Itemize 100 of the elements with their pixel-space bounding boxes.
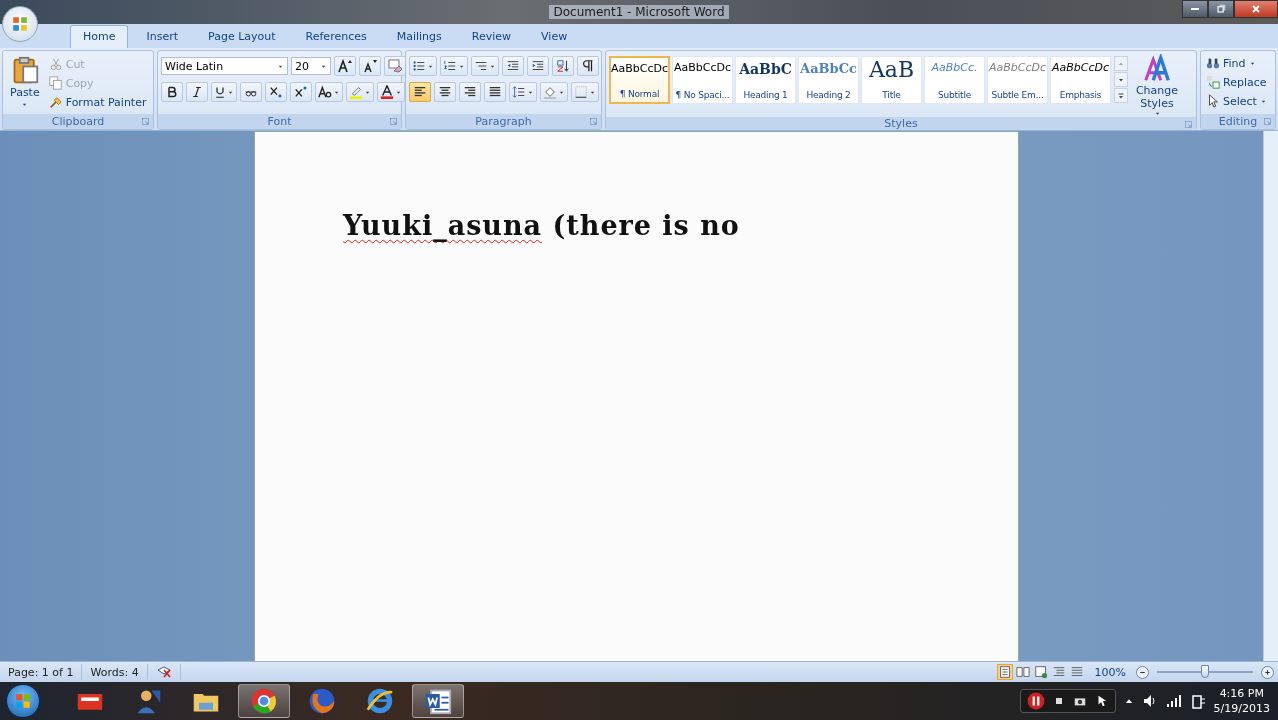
show-formatting-button[interactable]	[577, 56, 599, 76]
cursor-arrow-icon	[1206, 94, 1220, 108]
close-button[interactable]	[1234, 0, 1278, 18]
multilevel-list-button[interactable]	[471, 56, 499, 76]
line-spacing-button[interactable]	[509, 82, 537, 102]
borders-button[interactable]	[571, 82, 599, 102]
italic-icon	[191, 86, 203, 98]
pause-icon[interactable]	[1026, 692, 1045, 710]
start-button[interactable]	[6, 684, 40, 718]
shading-button[interactable]	[540, 82, 568, 102]
recorder-controls[interactable]	[1019, 689, 1116, 713]
style-option[interactable]: AaBbCcDc ¶ No Spaci...	[672, 56, 733, 104]
bullet-list-icon	[412, 59, 426, 73]
office-logo-icon	[11, 15, 29, 33]
ribbon-tab[interactable]: Mailings	[384, 26, 454, 48]
superscript-icon	[294, 85, 308, 99]
word-app-icon	[424, 687, 452, 715]
print-view-icon	[997, 665, 1012, 679]
zoom-out-button[interactable]	[1136, 665, 1149, 679]
font-color-button[interactable]	[377, 82, 405, 102]
style-option[interactable]: AaBbCcDc Subtle Em...	[987, 56, 1048, 104]
pilcrow-icon	[581, 59, 595, 73]
ribbon-tab[interactable]: View	[529, 26, 580, 48]
close-icon	[1250, 3, 1262, 15]
subscript-icon	[269, 85, 283, 99]
page-count[interactable]: Page: 1 of 1	[0, 664, 83, 680]
taskbar-app[interactable]	[238, 684, 290, 718]
ribbon-tab[interactable]: Home	[70, 25, 129, 48]
style-option[interactable]: AaBbCcDc ¶ Normal	[609, 56, 670, 104]
scroll-down-button[interactable]	[1114, 72, 1128, 87]
style-option[interactable]: AaBbC Heading 1	[735, 56, 796, 104]
style-option[interactable]: AaBbCc Heading 2	[798, 56, 859, 104]
ribbon-tab[interactable]: Review	[459, 26, 524, 48]
group-label: Font	[267, 115, 292, 128]
caret-icon[interactable]	[21, 101, 29, 108]
font-name-field[interactable]: Wide Latin	[161, 57, 288, 75]
align-center-button[interactable]	[434, 82, 456, 102]
more-icon	[1117, 91, 1125, 100]
bold-button[interactable]	[161, 82, 183, 102]
restore-button[interactable]	[1208, 0, 1234, 18]
italic-button[interactable]	[186, 82, 208, 102]
change-case-button[interactable]	[315, 82, 343, 102]
decrease-indent-button[interactable]	[502, 56, 524, 76]
ribbon-tab[interactable]: Insert	[134, 26, 191, 48]
align-left-button[interactable]	[409, 82, 431, 102]
ribbon-tab[interactable]: References	[293, 26, 379, 48]
zoom-slider-thumb[interactable]	[1201, 665, 1209, 678]
minimize-button[interactable]	[1182, 0, 1208, 18]
bold-icon	[166, 86, 178, 98]
letters-a-icon	[1142, 54, 1172, 84]
proofing-icon[interactable]	[155, 664, 172, 680]
speaker-icon[interactable]	[1141, 693, 1158, 709]
ribbon-tab[interactable]: Page Layout	[196, 26, 288, 48]
battery-plug-icon[interactable]	[1189, 693, 1206, 709]
zoom-level[interactable]: 100%	[1086, 665, 1134, 679]
web-view-button[interactable]	[1032, 664, 1049, 680]
taskbar-clock[interactable]: 4:16 PM 5/19/2013	[1213, 686, 1270, 716]
subscript-button[interactable]	[265, 82, 287, 102]
reading-view-icon	[1015, 665, 1030, 679]
increase-indent-button[interactable]	[527, 56, 549, 76]
style-option[interactable]: AaB Title	[861, 56, 922, 104]
style-option[interactable]: AaBbCc. Subtitle	[924, 56, 985, 104]
zoom-in-button[interactable]	[1261, 665, 1274, 679]
find-button[interactable]: Find	[1204, 55, 1269, 71]
signal-bars-icon[interactable]	[1165, 693, 1182, 709]
strikethrough-button[interactable]	[240, 82, 262, 102]
replace-button[interactable]: Replace	[1204, 74, 1269, 90]
highlighter-icon	[349, 85, 363, 99]
numbering-button[interactable]	[440, 56, 468, 76]
office-button[interactable]	[2, 6, 38, 42]
copy-icon	[48, 76, 63, 90]
document-text: Yuuki_asuna (there is no	[343, 210, 741, 241]
select-button[interactable]: Select	[1204, 93, 1269, 109]
scissors-icon	[48, 57, 63, 71]
change-styles-button[interactable]: Change Styles	[1131, 54, 1183, 117]
word-count[interactable]: Words: 4	[82, 664, 148, 680]
sort-button[interactable]	[552, 56, 574, 76]
multilevel-list-icon	[474, 59, 488, 73]
align-justify-button[interactable]	[484, 82, 506, 102]
numbered-list-icon	[443, 59, 457, 73]
restore-icon	[1215, 3, 1227, 15]
style-option[interactable]: AaBbCcDc Emphasis	[1050, 56, 1111, 104]
outline-view-icon	[1051, 665, 1066, 679]
ie-app-icon	[366, 687, 394, 715]
taskbar-app[interactable]	[412, 684, 464, 718]
align-right-button[interactable]	[459, 82, 481, 102]
align-center-icon	[438, 85, 452, 99]
more-styles-button[interactable]	[1114, 88, 1128, 103]
superscript-button[interactable]	[290, 82, 312, 102]
increase-indent-icon	[531, 59, 545, 73]
font-size-field[interactable]: 20	[291, 57, 331, 75]
paste-button[interactable]: Paste	[6, 54, 44, 114]
group-label: Styles	[884, 117, 918, 130]
reading-view-button[interactable]	[1014, 664, 1031, 680]
change-case-icon	[318, 85, 332, 99]
vertical-scrollbar[interactable]	[1263, 131, 1278, 661]
bullets-button[interactable]	[409, 56, 437, 76]
underline-button[interactable]	[211, 82, 237, 102]
print-view-button[interactable]	[996, 664, 1013, 680]
painter-button[interactable]: Format Painter	[46, 94, 149, 110]
